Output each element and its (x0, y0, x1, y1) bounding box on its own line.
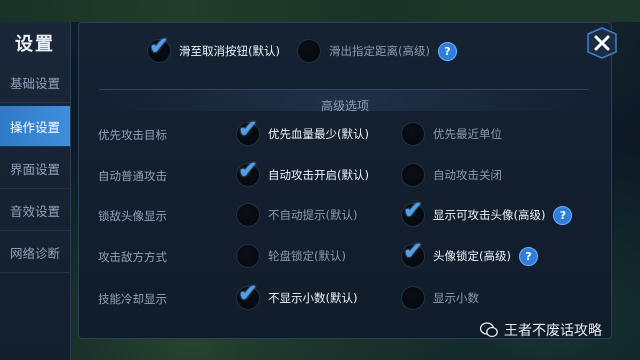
option-label: 优先血量最少(默认) (268, 127, 369, 141)
option-wheel-lock[interactable]: 轮盘锁定(默认) (236, 243, 346, 269)
sidebar-item-label: 操作设置 (9, 119, 60, 135)
checkmark-icon: ✔ (403, 237, 424, 265)
option-slide-cancel[interactable]: ✔ 滑至取消按钮(默认) (147, 34, 280, 64)
option-lowest-hp[interactable]: ✔ 优先血量最少(默认) (236, 117, 369, 147)
close-button[interactable] (584, 26, 620, 60)
option-label: 不自动提示(默认) (268, 208, 358, 222)
option-label: 自动攻击开启(默认) (268, 168, 369, 182)
option-label: 显示小数 (433, 291, 479, 305)
settings-panel: ✔ 滑至取消按钮(默认) 滑出指定距离(高级) ? 高级选项 优先攻击目标 ✔ … (78, 22, 612, 339)
setting-label-target-priority: 优先攻击目标 (98, 128, 167, 142)
watermark: 王者不废话攻略 (480, 320, 602, 340)
sidebar-item-controls[interactable]: 操作设置 (0, 106, 70, 147)
radio-button (236, 203, 260, 227)
checkmark-icon: ✔ (238, 115, 259, 143)
radio-button: ✔ (401, 239, 425, 268)
help-icon[interactable]: ? (437, 41, 457, 61)
setting-label-attack-mode: 攻击敌方方式 (98, 250, 167, 264)
watermark-text: 王者不废话攻略 (504, 323, 602, 339)
sidebar-item-interface[interactable]: 界面设置 (0, 148, 70, 189)
radio-button: ✔ (401, 198, 425, 227)
checkmark-icon: ✔ (403, 196, 424, 224)
setting-label-lock-avatar: 锁敌头像显示 (98, 209, 167, 223)
setting-label-auto-attack: 自动普通攻击 (98, 169, 167, 183)
radio-button (236, 244, 260, 268)
radio-button (401, 286, 425, 310)
option-no-auto-hint[interactable]: 不自动提示(默认) (236, 202, 357, 228)
radio-button (401, 122, 425, 146)
option-label: 自动攻击关闭 (433, 168, 502, 182)
help-icon[interactable]: ? (553, 205, 573, 225)
option-auto-attack-on[interactable]: ✔ 自动攻击开启(默认) (236, 158, 369, 188)
option-label: 优先最近单位 (433, 127, 502, 141)
wechat-icon (480, 322, 498, 338)
divider (99, 89, 589, 90)
option-label: 显示可攻击头像(高级) (433, 208, 546, 222)
radio-button: ✔ (236, 117, 260, 146)
option-auto-attack-off[interactable]: 自动攻击关闭 (401, 162, 502, 188)
option-label: 头像锁定(高级) (433, 249, 511, 263)
radio-button: ✔ (236, 158, 260, 187)
checkmark-icon: ✔ (238, 279, 259, 307)
option-label: 滑出指定距离(高级) (329, 44, 430, 58)
sidebar-item-label: 基础设置 (9, 75, 60, 91)
checkmark-icon: ✔ (238, 156, 259, 184)
sidebar-item-network[interactable]: 网络诊断 (0, 232, 70, 273)
section-title: 高级选项 (320, 99, 369, 113)
radio-button (401, 163, 425, 187)
option-no-decimal[interactable]: ✔ 不显示小数(默认) (236, 281, 358, 311)
option-avatar-lock[interactable]: ✔ 头像锁定(高级) ? (401, 239, 538, 269)
option-show-attackable-avatar[interactable]: ✔ 显示可攻击头像(高级) ? (401, 198, 573, 228)
radio-button: ✔ (147, 34, 171, 63)
option-nearest-unit[interactable]: 优先最近单位 (401, 121, 502, 147)
option-label: 不显示小数(默认) (268, 291, 358, 305)
sidebar-item-label: 音效设置 (9, 203, 60, 219)
sidebar-item-basic[interactable]: 基础设置 (0, 62, 70, 103)
sidebar-item-audio[interactable]: 音效设置 (0, 190, 70, 231)
option-slide-distance[interactable]: 滑出指定距离(高级) ? (297, 38, 457, 64)
sidebar-item-label: 界面设置 (9, 161, 60, 177)
radio-button (297, 39, 321, 63)
close-icon (587, 27, 617, 59)
checkmark-icon: ✔ (149, 32, 170, 60)
setting-label-cooldown-display: 技能冷却显示 (98, 292, 167, 306)
top-hud-strip (0, 0, 640, 22)
option-show-decimal[interactable]: 显示小数 (401, 285, 479, 311)
option-label: 轮盘锁定(默认) (268, 249, 346, 263)
option-label: 滑至取消按钮(默认) (179, 44, 280, 58)
sidebar-title: 设置 (15, 34, 55, 55)
sidebar-item-label: 网络诊断 (9, 245, 60, 261)
settings-sidebar: 设置 基础设置 操作设置 界面设置 音效设置 网络诊断 (0, 22, 71, 360)
help-icon[interactable]: ? (518, 246, 538, 266)
radio-button: ✔ (236, 281, 260, 310)
